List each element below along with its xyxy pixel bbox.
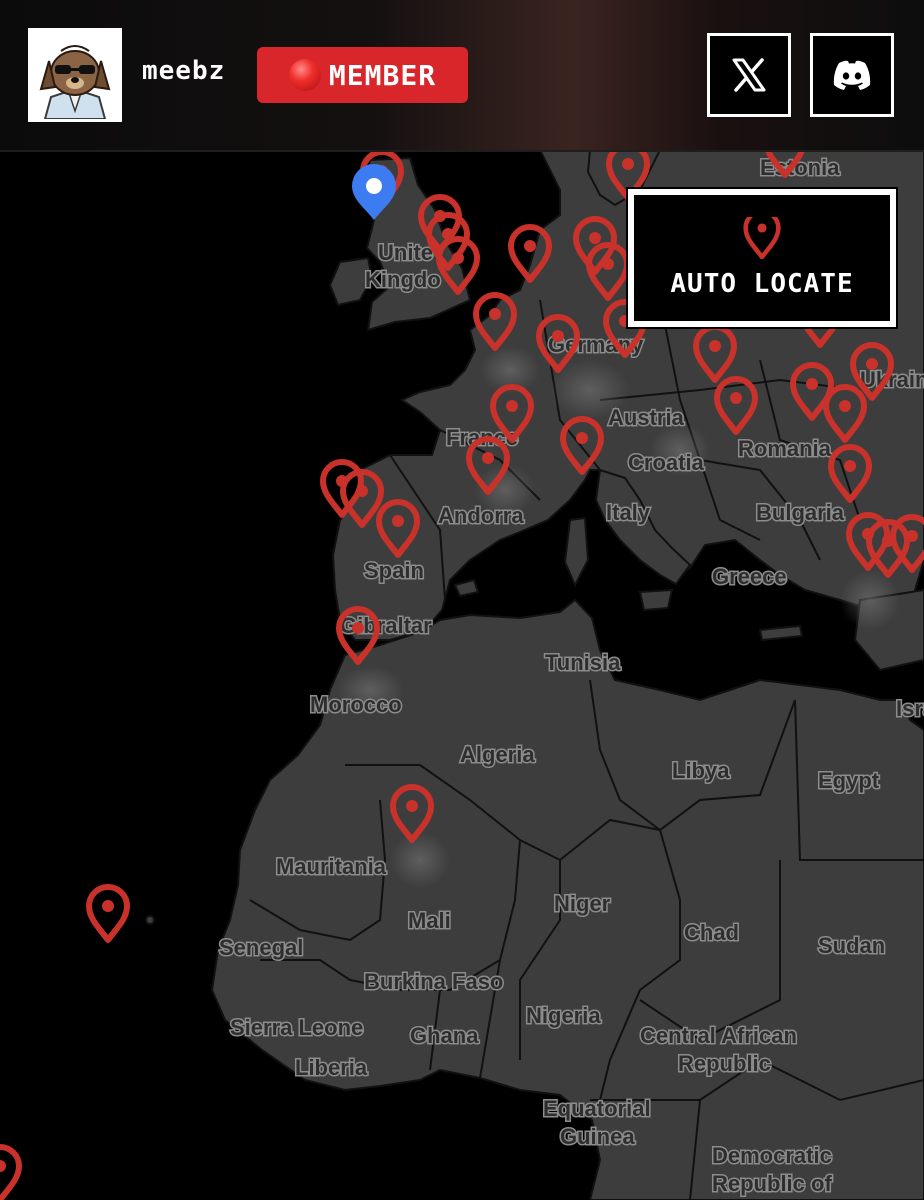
label-uk-line1: Unite	[378, 240, 433, 265]
username: meebz	[142, 56, 226, 86]
avatar[interactable]	[28, 28, 122, 122]
label-austria: Austria	[608, 405, 685, 430]
label-sierra-leone: Sierra Leone	[230, 1015, 363, 1040]
member-badge: MEMBER	[257, 47, 468, 103]
label-italy: Italy	[606, 500, 651, 525]
discord-logo-icon	[833, 60, 871, 90]
member-badge-label: MEMBER	[328, 58, 437, 92]
label-andorra: Andorra	[438, 503, 524, 528]
label-drc-line2: Republic of	[712, 1171, 832, 1196]
discord-button[interactable]	[810, 33, 894, 117]
label-croatia: Croatia	[628, 450, 705, 475]
label-tunisia: Tunisia	[545, 650, 621, 675]
label-mauritania: Mauritania	[276, 854, 387, 879]
label-burkina-faso: Burkina Faso	[364, 969, 503, 994]
label-niger: Niger	[554, 891, 611, 916]
label-algeria: Algeria	[460, 742, 535, 767]
auto-locate-label: AUTO LOCATE	[670, 269, 854, 299]
land-cape-verde	[145, 915, 155, 925]
top-bar: meebz MEMBER	[0, 0, 924, 152]
label-morocco: Morocco	[310, 692, 402, 717]
label-ghana: Ghana	[410, 1023, 479, 1048]
x-logo-icon	[732, 58, 766, 92]
label-eq-guinea-line1: Equatorial	[543, 1096, 651, 1121]
auto-locate-button[interactable]: AUTO LOCATE	[628, 189, 896, 327]
label-drc-line1: Democratic	[712, 1143, 832, 1168]
label-romania: Romania	[738, 436, 832, 461]
map-pin-icon	[743, 217, 781, 259]
land-sicily	[638, 588, 674, 612]
label-greece: Greece	[712, 564, 787, 589]
label-uk-line2: Kingdo	[365, 267, 441, 292]
label-nigeria: Nigeria	[526, 1003, 601, 1028]
label-libya: Libya	[672, 758, 730, 783]
label-senegal: Senegal	[219, 935, 303, 960]
label-bulgaria: Bulgaria	[756, 500, 845, 525]
red-circle-icon	[288, 59, 321, 91]
label-spain: Spain	[364, 558, 424, 583]
label-sudan: Sudan	[818, 933, 885, 958]
label-liberia: Liberia	[295, 1055, 368, 1080]
label-israel: Israel	[896, 696, 924, 721]
label-egypt: Egypt	[818, 768, 880, 793]
dog-avatar-icon	[31, 31, 119, 119]
label-eq-guinea-line2: Guinea	[560, 1124, 635, 1149]
x-button[interactable]	[707, 33, 791, 117]
label-car-line1: Central African	[640, 1023, 797, 1048]
label-mali: Mali	[408, 908, 451, 933]
label-car-line2: Republic	[678, 1051, 771, 1076]
label-chad: Chad	[684, 920, 739, 945]
world-map[interactable]: Estonia Unite Kingdo Germany Ukraine Fra…	[0, 0, 924, 1200]
